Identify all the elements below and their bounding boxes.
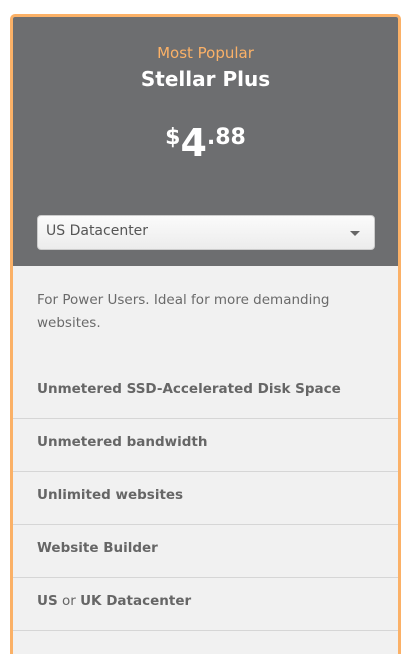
feature-item: Unlimited websites [13, 472, 398, 525]
price-currency: $ [165, 125, 181, 150]
feature-text: US [37, 593, 58, 609]
plan-price: $4.88 [13, 121, 398, 165]
feature-text: or [57, 593, 81, 609]
plan-description: For Power Users. Ideal for more demandin… [37, 292, 330, 331]
chevron-down-icon [350, 231, 360, 236]
price-decimal: .88 [206, 125, 246, 150]
feature-text: UK Datacenter [80, 593, 192, 609]
datacenter-select-value: US Datacenter [46, 223, 149, 239]
price-integer: 4 [180, 121, 207, 165]
pricing-card-header: Most Popular Stellar Plus $4.88 US Datac… [13, 17, 398, 266]
pricing-card: Most Popular Stellar Plus $4.88 US Datac… [10, 14, 401, 654]
feature-item: Website Builder [13, 525, 398, 578]
datacenter-select[interactable]: US Datacenter [37, 215, 375, 250]
plan-name: Stellar Plus [140, 67, 271, 91]
most-popular-badge: Most Popular [157, 44, 254, 62]
feature-item: US or UK Datacenter [13, 578, 398, 631]
feature-item: Unmetered bandwidth [13, 419, 398, 472]
feature-item: Unmetered SSD-Accelerated Disk Space [13, 366, 398, 419]
